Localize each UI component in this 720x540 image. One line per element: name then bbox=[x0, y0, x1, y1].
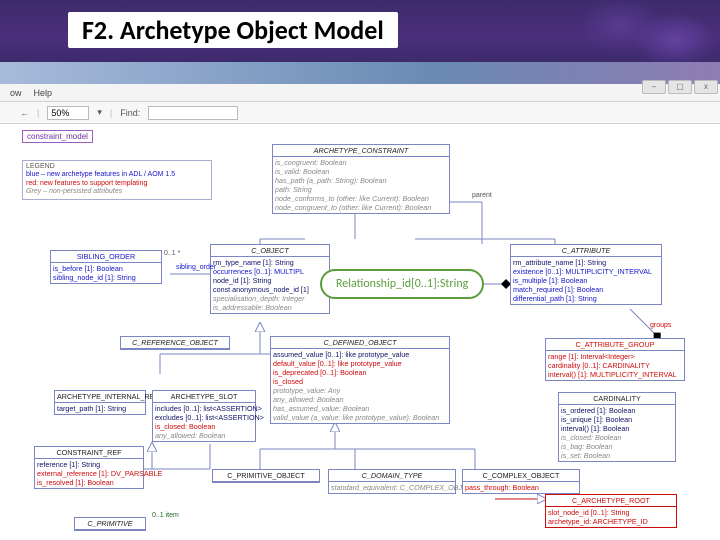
find-label: Find: bbox=[120, 108, 140, 118]
legend-box: LEGEND blue – new archetype features in … bbox=[22, 160, 212, 200]
label-item-mult: 0..1 item bbox=[152, 512, 179, 519]
class-name: C_COMPLEX_OBJECT bbox=[463, 470, 579, 482]
callout-text: Relationship_id[0..1]:String bbox=[336, 277, 468, 291]
minimize-button[interactable]: – bbox=[642, 80, 666, 94]
label-zero-one: 0..1 * bbox=[164, 250, 180, 257]
toolbar: ← | ▾ | Find: bbox=[0, 102, 720, 124]
class-archetype-constraint: ARCHETYPE_CONSTRAINT is_congruent: Boole… bbox=[272, 144, 450, 214]
menu-bar[interactable]: ow Help – ▢ x bbox=[0, 84, 720, 102]
class-sibling-order: SIBLING_ORDER is_before [1]: Boolean sib… bbox=[50, 250, 162, 284]
title-accent bbox=[580, 0, 720, 62]
class-archetype-slot: ARCHETYPE_SLOT includes [0..1]: list<ASS… bbox=[152, 390, 256, 442]
label-sibling-order: sibling_order bbox=[176, 264, 216, 271]
class-archetype-internal-ref: ARCHETYPE_INTERNAL_REF target_path [1]: … bbox=[54, 390, 146, 415]
class-c-archetype-root: C_ARCHETYPE_ROOT slot_node_id [0..1]: St… bbox=[545, 494, 677, 528]
class-c-domain-type: C_DOMAIN_TYPE standard_equivalent: C_COM… bbox=[328, 469, 456, 494]
class-name: ARCHETYPE_INTERNAL_REF bbox=[55, 391, 145, 403]
zoom-dropdown-icon[interactable]: ▾ bbox=[97, 107, 102, 118]
class-name: SIBLING_ORDER bbox=[51, 251, 161, 263]
diagram-canvas[interactable]: constraint_model LEGEND blue – new arche… bbox=[0, 124, 720, 540]
maximize-button[interactable]: ▢ bbox=[668, 80, 692, 94]
zoom-input[interactable] bbox=[47, 106, 89, 120]
class-name: C_PRIMITIVE_OBJECT bbox=[213, 470, 319, 482]
class-name: ARCHETYPE_SLOT bbox=[153, 391, 255, 403]
class-name: C_PRIMITIVE bbox=[75, 518, 145, 530]
legend-grey: Grey – non-persisted attributes bbox=[26, 188, 208, 196]
menu-item-window[interactable]: ow bbox=[10, 88, 22, 98]
class-c-attribute-group: C_ATTRIBUTE_GROUP range [1]: Interval<In… bbox=[545, 338, 685, 381]
label-parent: parent bbox=[472, 192, 492, 199]
class-c-object: C_OBJECT rm_type_name [1]: String occurr… bbox=[210, 244, 330, 314]
page-title: F2. Archetype Object Model bbox=[68, 12, 398, 48]
class-name: CARDINALITY bbox=[559, 393, 675, 405]
class-name: C_OBJECT bbox=[211, 245, 329, 257]
package-label: constraint_model bbox=[22, 130, 93, 143]
class-c-primitive: C_PRIMITIVE bbox=[74, 517, 146, 531]
class-name: C_ARCHETYPE_ROOT bbox=[546, 495, 676, 507]
find-input[interactable] bbox=[148, 106, 238, 120]
class-name: ARCHETYPE_CONSTRAINT bbox=[273, 145, 449, 157]
class-name: C_ATTRIBUTE_GROUP bbox=[546, 339, 684, 351]
legend-title: LEGEND bbox=[26, 163, 208, 171]
class-c-primitive-object: C_PRIMITIVE_OBJECT bbox=[212, 469, 320, 483]
app-window: ow Help – ▢ x ← | ▾ | Find: bbox=[0, 84, 720, 540]
class-c-reference-object: C_REFERENCE_OBJECT bbox=[120, 336, 230, 350]
class-name: C_REFERENCE_OBJECT bbox=[121, 337, 229, 349]
class-name: C_ATTRIBUTE bbox=[511, 245, 661, 257]
close-button[interactable]: x bbox=[694, 80, 718, 94]
class-name: C_DEFINED_OBJECT bbox=[271, 337, 449, 349]
class-name: CONSTRAINT_REF bbox=[35, 447, 143, 459]
class-c-defined-object: C_DEFINED_OBJECT assumed_value [0..1]: l… bbox=[270, 336, 450, 424]
sub-band bbox=[0, 62, 720, 84]
nav-back-icon[interactable]: ← bbox=[20, 108, 29, 118]
class-cardinality: CARDINALITY is_ordered [1]: Boolean is_u… bbox=[558, 392, 676, 462]
class-c-attribute: C_ATTRIBUTE rm_attribute_name [1]: Strin… bbox=[510, 244, 662, 305]
label-groups: groups bbox=[650, 322, 671, 329]
legend-blue: blue – new archetype features in ADL / A… bbox=[26, 171, 208, 179]
legend-red: red: new features to support templating bbox=[26, 180, 208, 188]
class-constraint-ref: CONSTRAINT_REF reference [1]: String ext… bbox=[34, 446, 144, 489]
menu-item-help[interactable]: Help bbox=[34, 88, 53, 98]
callout-relationship-id: Relationship_id[0..1]:String bbox=[320, 269, 484, 299]
class-name: C_DOMAIN_TYPE bbox=[329, 470, 455, 482]
class-c-complex-object: C_COMPLEX_OBJECT pass_through: Boolean bbox=[462, 469, 580, 494]
